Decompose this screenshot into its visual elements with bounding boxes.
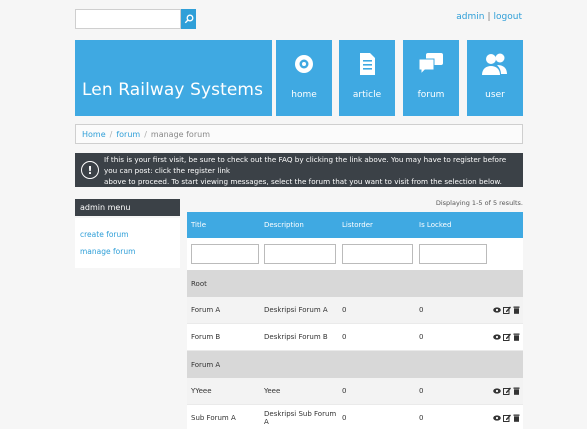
table-row: Forum A Deskripsi Forum A 0 0 — [187, 297, 523, 324]
cell-listorder: 0 — [342, 414, 347, 422]
cell-is-locked: 0 — [419, 306, 424, 314]
row-actions — [490, 333, 523, 341]
sidebar-title: admin menu — [75, 199, 180, 216]
users-icon — [482, 52, 508, 76]
search-icon — [184, 14, 193, 24]
results-summary: Displaying 1-5 of 5 results. — [435, 199, 523, 207]
breadcrumb-forum[interactable]: forum — [116, 130, 140, 139]
nav-user[interactable]: user — [467, 40, 523, 116]
column-header-description[interactable]: Description — [262, 221, 340, 229]
table-row: Sub Forum A Deskripsi Sub Forum A 0 0 — [187, 405, 523, 429]
column-header-listorder[interactable]: Listorder — [340, 221, 417, 229]
cell-listorder: 0 — [342, 306, 347, 314]
document-icon — [358, 52, 376, 76]
search-bar — [75, 9, 196, 29]
cell-title: Forum A — [191, 306, 221, 314]
row-actions — [490, 306, 523, 314]
view-icon[interactable] — [493, 306, 501, 314]
cell-description: Yeee — [264, 387, 281, 395]
nav-article[interactable]: article — [339, 40, 395, 116]
row-actions — [490, 387, 523, 395]
breadcrumb-home[interactable]: Home — [82, 130, 106, 139]
nav-home-label: home — [291, 90, 317, 100]
notice-text: If this is your first visit, be sure to … — [104, 154, 517, 187]
edit-icon[interactable] — [503, 414, 511, 422]
site-title: Len Railway Systems — [82, 80, 264, 100]
delete-icon[interactable] — [513, 333, 520, 341]
grid-header: Title Description Listorder Is Locked — [187, 212, 523, 238]
view-icon[interactable] — [493, 333, 501, 341]
cell-is-locked: 0 — [419, 387, 424, 395]
filter-is-locked-input[interactable] — [419, 244, 487, 265]
delete-icon[interactable] — [513, 414, 520, 422]
page: admin | logout Len Railway Systems home ar… — [0, 0, 587, 429]
breadcrumb-current: manage forum — [150, 130, 210, 139]
admin-link[interactable]: admin — [456, 12, 484, 22]
breadcrumb: Home / forum / manage forum — [75, 124, 523, 144]
cell-listorder: 0 — [342, 333, 347, 341]
notice-line-2: above to proceed. To start viewing messa… — [104, 176, 502, 186]
logout-link[interactable]: logout — [494, 12, 522, 22]
group-row: Forum A — [187, 351, 523, 378]
forum-grid: Title Description Listorder Is Locked Ro… — [187, 212, 523, 429]
cell-is-locked: 0 — [419, 414, 424, 422]
search-input[interactable] — [75, 9, 181, 29]
filter-row — [187, 238, 523, 270]
group-row: Root — [187, 270, 523, 297]
nav-article-label: article — [352, 90, 382, 100]
breadcrumb-separator: / — [144, 130, 147, 139]
nav-forum-label: forum — [417, 90, 445, 100]
view-icon[interactable] — [493, 387, 501, 395]
notice-banner: ! If this is your first visit, be sure t… — [75, 153, 523, 187]
table-row: Forum B Deskripsi Forum B 0 0 — [187, 324, 523, 351]
row-actions — [490, 414, 523, 422]
cell-title: Sub Forum A — [191, 414, 236, 422]
cell-is-locked: 0 — [419, 333, 424, 341]
table-row: YYeee Yeee 0 0 — [187, 378, 523, 405]
cell-title: YYeee — [191, 387, 212, 395]
cell-description: Deskripsi Sub Forum A — [264, 410, 337, 426]
brand-banner[interactable]: Len Railway Systems — [75, 40, 272, 116]
view-icon[interactable] — [493, 414, 501, 422]
cell-description: Deskripsi Forum A — [264, 306, 328, 314]
delete-icon[interactable] — [513, 306, 520, 314]
sidebar: create forum manage forum — [75, 218, 180, 268]
filter-title-input[interactable] — [191, 244, 259, 265]
nav-forum[interactable]: forum — [403, 40, 459, 116]
cell-title: Forum B — [191, 333, 221, 341]
notice-line-1: If this is your first visit, be sure to … — [104, 154, 507, 175]
filter-description-input[interactable] — [264, 244, 336, 265]
breadcrumb-separator: / — [109, 130, 113, 139]
top-links: admin | logout — [456, 12, 522, 22]
column-header-title[interactable]: Title — [187, 221, 262, 229]
column-header-is-locked[interactable]: Is Locked — [417, 221, 490, 229]
edit-icon[interactable] — [503, 333, 511, 341]
sidebar-item-manage-forum[interactable]: manage forum — [80, 247, 175, 256]
nav-user-label: user — [485, 90, 505, 100]
chat-icon — [418, 52, 444, 76]
nav-home[interactable]: home — [276, 40, 332, 116]
delete-icon[interactable] — [513, 387, 520, 395]
filter-listorder-input[interactable] — [342, 244, 413, 265]
eye-icon — [293, 52, 315, 76]
search-button[interactable] — [181, 9, 196, 29]
edit-icon[interactable] — [503, 306, 511, 314]
edit-icon[interactable] — [503, 387, 511, 395]
top-separator: | — [487, 12, 491, 22]
cell-description: Deskripsi Forum B — [264, 333, 328, 341]
exclamation-icon: ! — [81, 161, 99, 179]
cell-listorder: 0 — [342, 387, 347, 395]
sidebar-item-create-forum[interactable]: create forum — [80, 230, 175, 239]
